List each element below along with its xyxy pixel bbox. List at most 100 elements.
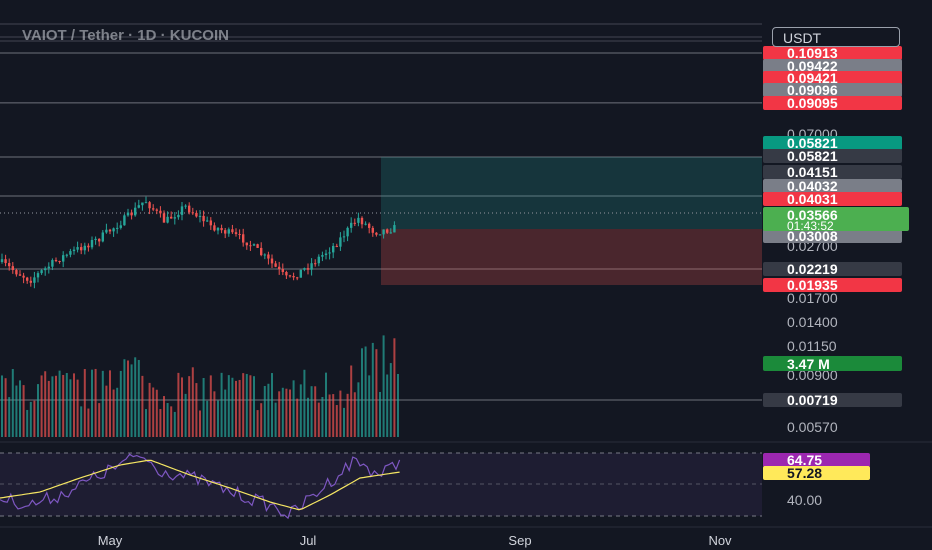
volume-bar [191, 367, 194, 437]
candle-body [170, 216, 173, 219]
candle-body [54, 260, 58, 262]
candle-body [126, 212, 130, 216]
volume-bar [285, 388, 288, 437]
volume-bar [8, 397, 11, 437]
candle-body [76, 247, 79, 250]
volume-bar [145, 409, 147, 437]
volume-bar [4, 378, 7, 437]
volume-bar [26, 409, 29, 437]
candle-body [350, 222, 353, 228]
candle-body [198, 215, 202, 217]
volume-bar [242, 373, 245, 437]
candle-body [108, 229, 112, 232]
volume-bar [267, 383, 270, 437]
volume-bar [76, 379, 79, 437]
volume-bar [152, 387, 155, 437]
price-label-text: 0.01935 [787, 277, 838, 293]
volume-bar [58, 370, 61, 437]
candle-body [260, 247, 263, 256]
volume-bar [335, 405, 338, 437]
candle-body [148, 202, 151, 209]
volume-bar [73, 373, 75, 437]
x-tick-label-may: May [98, 533, 123, 548]
candle-body [238, 234, 241, 236]
candle-body [8, 263, 11, 267]
candle-body [119, 225, 122, 228]
x-tick-label-nov: Nov [708, 533, 732, 548]
volume-bar [249, 375, 252, 437]
volume-bar [65, 373, 68, 437]
candle-body [0, 259, 4, 262]
volume-bar [155, 389, 158, 437]
price-chart[interactable]: May Jul Sep Nov0.070000.027000.017000.01400… [0, 0, 932, 550]
volume-bar [271, 373, 273, 437]
candle-body [357, 217, 360, 223]
volume-bar [393, 338, 396, 437]
candle-body [278, 266, 281, 270]
volume-bar [166, 402, 169, 437]
volume-bar [343, 407, 345, 437]
candle-body [98, 238, 101, 242]
volume-bar [307, 397, 309, 437]
volume-bar [339, 390, 342, 437]
candle-body [281, 269, 284, 273]
volume-bar [127, 360, 129, 437]
candle-body [152, 208, 155, 210]
candle-body [184, 205, 187, 207]
volume-group [1, 335, 399, 437]
candle-body [270, 258, 274, 264]
volume-bar [199, 410, 201, 437]
volume-bar [256, 410, 259, 437]
volume-bar [389, 363, 392, 437]
take-profit-zone [381, 157, 762, 229]
candle-body [162, 213, 166, 223]
price-label: 0.04031 [763, 191, 902, 207]
candle-body [317, 256, 320, 264]
candle-body [15, 270, 18, 275]
candle-body [382, 229, 385, 235]
candle-body [36, 273, 40, 278]
candle-body [375, 232, 378, 235]
candle-body [87, 245, 90, 248]
candle-body [130, 212, 133, 216]
volume-bar [123, 359, 126, 437]
volume-bar [245, 373, 248, 437]
volume-bar [80, 406, 83, 437]
volume-bar [33, 400, 36, 437]
candle-body [245, 242, 248, 246]
volume-bar [235, 380, 237, 437]
volume-bar [386, 374, 389, 437]
volume-bar [317, 402, 320, 437]
volume-bar [98, 403, 101, 437]
candle-body [368, 223, 371, 228]
candle-body [242, 234, 245, 243]
volume-bar [227, 375, 230, 437]
candle-body [173, 217, 176, 219]
quote-currency-button[interactable]: USDT [772, 27, 900, 47]
candle-body [342, 236, 346, 238]
volume-bar [303, 369, 306, 437]
rsi-ma-label: 57.28 [787, 465, 822, 481]
candle-body [249, 245, 252, 247]
candle-body [324, 253, 328, 256]
y-tick-label: 0.01400 [787, 314, 838, 330]
candle-body [44, 268, 47, 271]
price-label: 0.01935 [763, 277, 902, 293]
candle-body [220, 228, 223, 231]
candle-body [141, 202, 144, 206]
volume-bar [94, 368, 97, 437]
volume-bar [332, 394, 335, 437]
volume-bar [116, 387, 119, 437]
candle-body [263, 254, 266, 256]
volume-bar [263, 386, 266, 437]
volume-bar [109, 370, 111, 437]
volume-bar [148, 382, 151, 437]
candle-body [267, 254, 270, 259]
volume-bar [137, 359, 140, 437]
volume-bar [375, 349, 378, 437]
volume-bar [310, 386, 313, 437]
candle-body [166, 216, 169, 223]
candle-body [191, 212, 194, 214]
volume-bar [321, 396, 324, 437]
volume-bar [91, 369, 93, 437]
